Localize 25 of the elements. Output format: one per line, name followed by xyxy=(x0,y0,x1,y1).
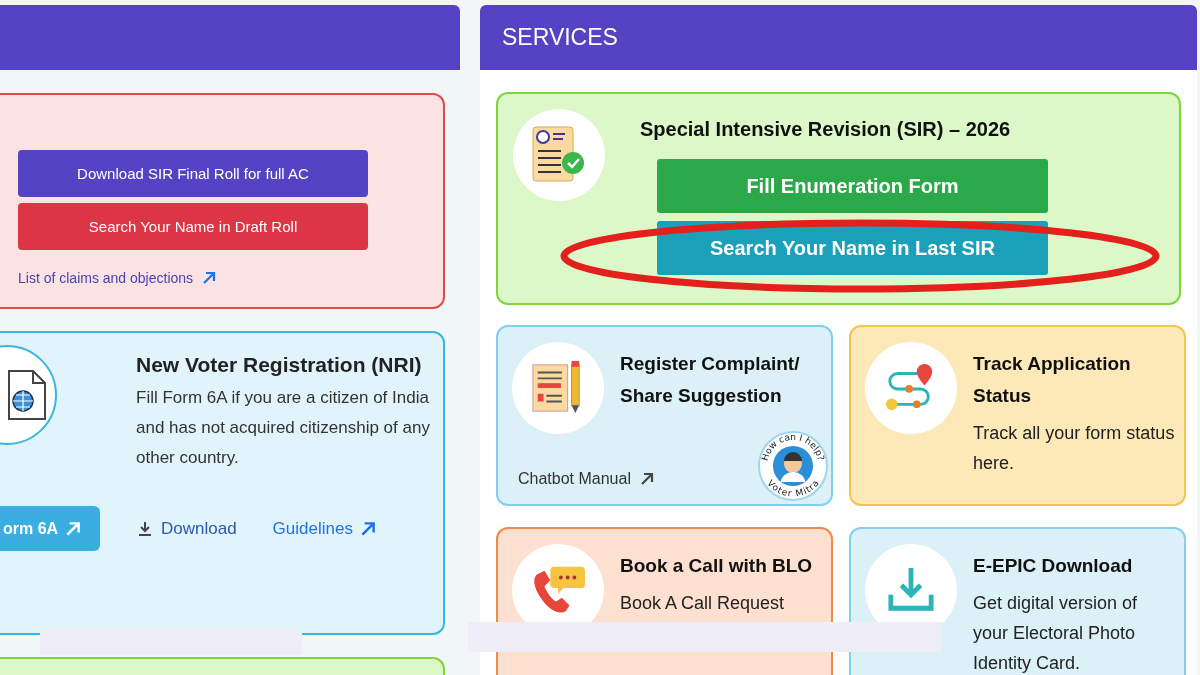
guidelines-link[interactable]: Guidelines xyxy=(272,518,377,539)
section-title: SERVICES xyxy=(502,24,618,51)
document-globe-icon xyxy=(7,369,47,421)
roll-button[interactable]: Download SIR Final Roll for full AC xyxy=(18,150,368,197)
card-title: Register Complaint/ Share Suggestion xyxy=(620,352,801,408)
card-description: Book A Call Request xyxy=(620,592,786,615)
checklist-document-icon xyxy=(531,125,587,185)
card-title: New Voter Registration (NRI) xyxy=(136,353,423,377)
card-title: Track Application Status xyxy=(973,352,1132,408)
card-description: Get digital version of your Electoral Photo Identity Card. xyxy=(973,592,1139,675)
card-description: Fill Form 6A if you are a citizen of India and has not acquired citizenship of any other country. xyxy=(136,387,431,469)
arrow-up-right-icon xyxy=(64,519,83,538)
service-card[interactable]: Track Application Status Track all your form status here. xyxy=(849,325,1186,506)
service-card[interactable]: E-EPIC Download Get digital version of your Electoral Photo Identity Card. xyxy=(849,527,1186,675)
download-tray-icon xyxy=(887,566,935,614)
card-title: Book a Call with BLO xyxy=(620,554,814,578)
card-title: E-EPIC Download xyxy=(973,554,1134,578)
download-icon xyxy=(137,520,153,537)
card-description: Track all your form status here. xyxy=(973,422,1176,475)
download-link[interactable]: Download xyxy=(137,518,237,539)
arrow-up-right-icon xyxy=(201,270,218,286)
card-title: Special Intensive Revision (SIR) – 2026 xyxy=(640,118,1012,141)
chatbot-manual-link[interactable]: Chatbot Manual xyxy=(518,470,631,488)
claims-link[interactable]: List of claims and objections xyxy=(18,270,194,286)
roll-button[interactable]: Search Your Name in Draft Roll xyxy=(18,203,368,250)
